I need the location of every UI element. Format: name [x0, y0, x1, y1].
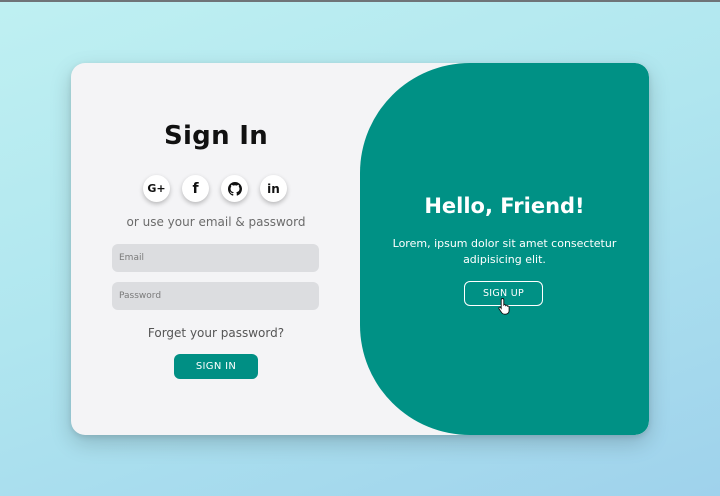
- facebook-label: f: [192, 180, 199, 197]
- password-field[interactable]: [112, 282, 319, 310]
- signup-description: Lorem, ipsum dolor sit amet consectetur …: [392, 237, 617, 266]
- signin-panel: Sign In G+ f in or use your email & pass…: [71, 63, 361, 435]
- forgot-password-link[interactable]: Forget your password?: [71, 326, 361, 340]
- linkedin-icon[interactable]: in: [260, 175, 287, 202]
- social-buttons: G+ f in: [143, 175, 287, 202]
- auth-card: Sign In G+ f in or use your email & pass…: [71, 63, 649, 435]
- signin-title: Sign In: [163, 121, 269, 151]
- github-glyph: [227, 181, 242, 196]
- hello-title: Hello, Friend!: [424, 194, 585, 218]
- signup-overlay-panel: Hello, Friend! Lorem, ipsum dolor sit am…: [360, 63, 649, 435]
- google-plus-icon[interactable]: G+: [143, 175, 170, 202]
- email-field[interactable]: [112, 244, 319, 272]
- google-plus-label: G+: [147, 182, 166, 195]
- or-use-email-text: or use your email & password: [126, 215, 306, 229]
- linkedin-label: in: [267, 181, 280, 196]
- hand-cursor-icon: [498, 298, 510, 315]
- sign-in-button[interactable]: SIGN IN: [174, 354, 258, 379]
- github-icon[interactable]: [221, 175, 248, 202]
- facebook-icon[interactable]: f: [182, 175, 209, 202]
- window-top-border: [0, 0, 720, 2]
